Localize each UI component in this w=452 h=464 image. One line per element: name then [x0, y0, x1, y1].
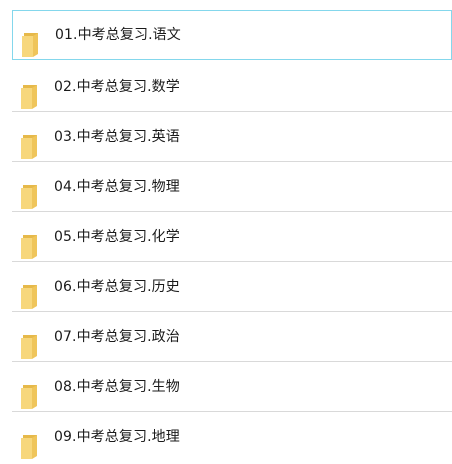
folder-icon: [20, 84, 38, 110]
folder-name: 02.中考总复习.数学: [54, 79, 180, 95]
folder-icon: [20, 384, 38, 410]
folder-icon: [20, 334, 38, 360]
folder-icon: [20, 434, 38, 460]
folder-name: 03.中考总复习.英语: [54, 129, 180, 145]
folder-name: 04.中考总复习.物理: [54, 179, 180, 195]
folder-item-07[interactable]: 07.中考总复习.政治: [0, 312, 452, 362]
folder-name: 09.中考总复习.地理: [54, 429, 180, 445]
folder-icon: [20, 184, 38, 210]
folder-icon: [20, 134, 38, 160]
folder-icon: [21, 32, 39, 58]
folder-icon: [20, 234, 38, 260]
folder-item-09[interactable]: 09.中考总复习.地理: [0, 412, 452, 462]
folder-icon: [20, 284, 38, 310]
folder-item-01[interactable]: 01.中考总复习.语文: [12, 10, 452, 60]
folder-item-02[interactable]: 02.中考总复习.数学: [0, 62, 452, 112]
folder-name: 05.中考总复习.化学: [54, 229, 180, 245]
folder-item-03[interactable]: 03.中考总复习.英语: [0, 112, 452, 162]
folder-item-04[interactable]: 04.中考总复习.物理: [0, 162, 452, 212]
folder-item-05[interactable]: 05.中考总复习.化学: [0, 212, 452, 262]
folder-name: 07.中考总复习.政治: [54, 329, 180, 345]
folder-name: 01.中考总复习.语文: [55, 27, 181, 43]
folder-name: 08.中考总复习.生物: [54, 379, 180, 395]
folder-name: 06.中考总复习.历史: [54, 279, 180, 295]
folder-item-08[interactable]: 08.中考总复习.生物: [0, 362, 452, 412]
folder-item-06[interactable]: 06.中考总复习.历史: [0, 262, 452, 312]
